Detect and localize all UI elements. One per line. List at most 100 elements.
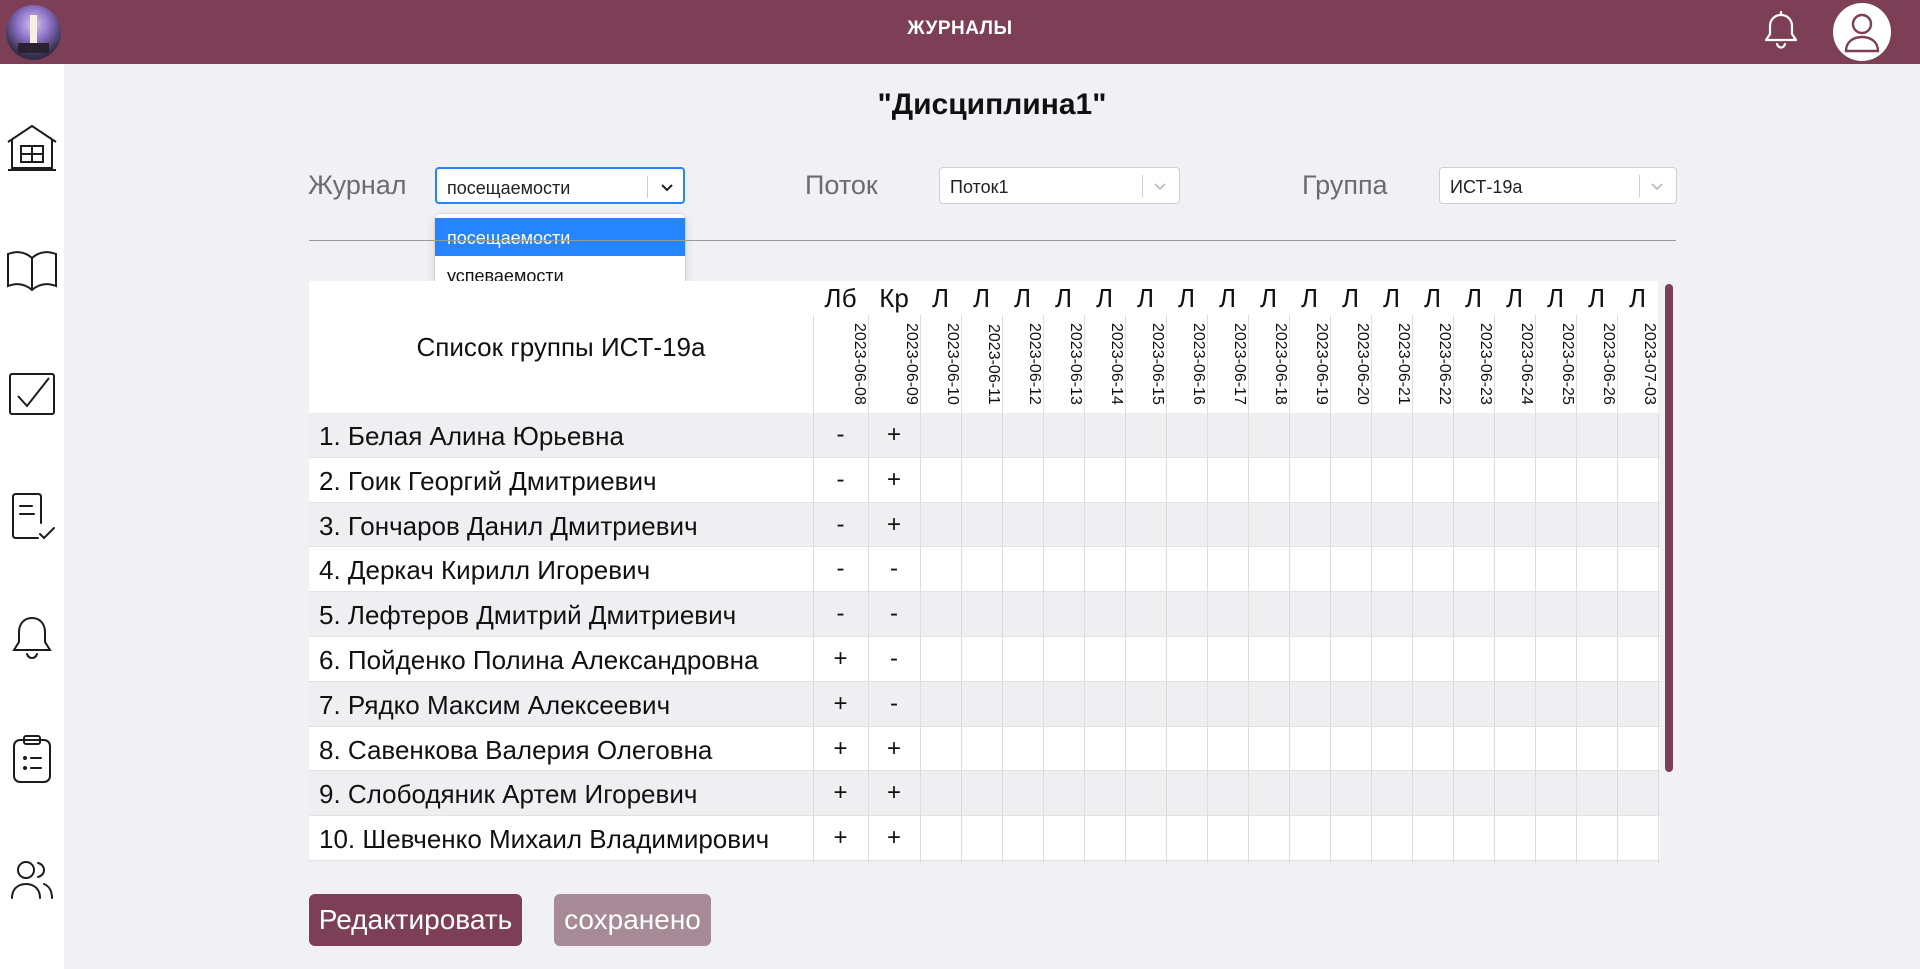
attendance-cell[interactable] (1166, 592, 1207, 637)
attendance-cell[interactable] (1576, 547, 1617, 592)
attendance-cell[interactable] (1494, 771, 1535, 816)
attendance-cell[interactable] (1125, 727, 1166, 772)
attendance-cell[interactable] (1125, 547, 1166, 592)
attendance-cell[interactable] (1576, 816, 1617, 861)
attendance-cell[interactable] (1248, 771, 1289, 816)
attendance-mark[interactable]: - (815, 555, 867, 583)
attendance-cell[interactable] (1494, 503, 1535, 548)
attendance-cell[interactable] (1002, 637, 1043, 682)
attendance-cell[interactable] (1002, 547, 1043, 592)
document-check-icon[interactable] (4, 488, 60, 544)
attendance-mark[interactable]: - (815, 421, 867, 449)
attendance-cell[interactable] (1535, 413, 1576, 458)
attendance-cell[interactable] (1453, 503, 1494, 548)
home-icon[interactable] (4, 120, 60, 176)
attendance-cell[interactable] (1125, 413, 1166, 458)
attendance-cell[interactable] (961, 816, 1002, 861)
attendance-cell[interactable] (1166, 682, 1207, 727)
attendance-mark[interactable]: + (815, 824, 867, 852)
attendance-cell[interactable] (1125, 816, 1166, 861)
attendance-cell[interactable] (1084, 458, 1125, 503)
attendance-mark[interactable]: + (868, 466, 920, 494)
attendance-cell[interactable] (1576, 503, 1617, 548)
attendance-mark[interactable]: - (868, 600, 920, 628)
group-select[interactable]: ИСТ-19а (1439, 167, 1677, 204)
attendance-cell[interactable] (1453, 547, 1494, 592)
attendance-cell[interactable] (920, 727, 961, 772)
attendance-cell[interactable] (1330, 727, 1371, 772)
attendance-cell[interactable] (1084, 727, 1125, 772)
attendance-cell[interactable] (1412, 637, 1453, 682)
attendance-cell[interactable] (1043, 816, 1084, 861)
attendance-cell[interactable] (1576, 458, 1617, 503)
option-attendance[interactable]: посещаемости (435, 218, 685, 256)
attendance-cell[interactable] (1617, 458, 1658, 503)
attendance-cell[interactable] (1617, 637, 1658, 682)
attendance-cell[interactable] (1330, 816, 1371, 861)
attendance-cell[interactable] (1371, 413, 1412, 458)
attendance-cell[interactable] (1207, 592, 1248, 637)
user-avatar[interactable] (1833, 3, 1891, 61)
attendance-cell[interactable] (1412, 592, 1453, 637)
attendance-mark[interactable]: - (815, 466, 867, 494)
attendance-cell[interactable] (1289, 413, 1330, 458)
attendance-cell[interactable] (1371, 592, 1412, 637)
attendance-cell[interactable] (920, 771, 961, 816)
chevron-down-icon[interactable] (1648, 177, 1666, 195)
attendance-cell[interactable] (1371, 682, 1412, 727)
attendance-cell[interactable] (1330, 771, 1371, 816)
attendance-cell[interactable] (1248, 816, 1289, 861)
attendance-cell[interactable] (1084, 413, 1125, 458)
attendance-cell[interactable] (1535, 816, 1576, 861)
attendance-cell[interactable] (1289, 637, 1330, 682)
attendance-cell[interactable] (1002, 727, 1043, 772)
attendance-cell[interactable] (1412, 682, 1453, 727)
attendance-cell[interactable] (920, 547, 961, 592)
attendance-cell[interactable] (920, 503, 961, 548)
attendance-cell[interactable] (1576, 413, 1617, 458)
attendance-cell[interactable] (1207, 503, 1248, 548)
attendance-cell[interactable] (1535, 637, 1576, 682)
attendance-cell[interactable] (1453, 592, 1494, 637)
attendance-cell[interactable] (1002, 682, 1043, 727)
attendance-mark[interactable]: - (815, 511, 867, 539)
attendance-mark[interactable]: - (815, 600, 867, 628)
attendance-cell[interactable] (1330, 413, 1371, 458)
attendance-cell[interactable] (1125, 637, 1166, 682)
chevron-down-icon[interactable] (658, 178, 676, 196)
attendance-cell[interactable] (1248, 413, 1289, 458)
attendance-cell[interactable] (1207, 458, 1248, 503)
bell-icon[interactable] (4, 610, 60, 666)
attendance-mark[interactable]: + (868, 735, 920, 763)
attendance-cell[interactable] (1248, 637, 1289, 682)
attendance-cell[interactable] (1453, 682, 1494, 727)
attendance-cell[interactable] (1453, 771, 1494, 816)
attendance-cell[interactable] (961, 592, 1002, 637)
checkbox-icon[interactable] (4, 366, 60, 422)
attendance-cell[interactable] (1207, 637, 1248, 682)
attendance-cell[interactable] (1576, 637, 1617, 682)
attendance-cell[interactable] (1207, 771, 1248, 816)
attendance-cell[interactable] (920, 413, 961, 458)
attendance-cell[interactable] (1494, 413, 1535, 458)
attendance-cell[interactable] (961, 637, 1002, 682)
attendance-cell[interactable] (1043, 458, 1084, 503)
chevron-down-icon[interactable] (1151, 177, 1169, 195)
saved-button[interactable]: сохранено (554, 894, 711, 946)
attendance-cell[interactable] (1043, 592, 1084, 637)
attendance-cell[interactable] (1125, 592, 1166, 637)
attendance-cell[interactable] (1330, 637, 1371, 682)
attendance-cell[interactable] (1371, 547, 1412, 592)
attendance-mark[interactable]: + (815, 735, 867, 763)
attendance-cell[interactable] (1330, 503, 1371, 548)
journal-select[interactable]: посещаемости (435, 167, 685, 204)
attendance-mark[interactable]: - (868, 690, 920, 718)
attendance-cell[interactable] (1617, 682, 1658, 727)
attendance-cell[interactable] (1002, 413, 1043, 458)
attendance-cell[interactable] (1535, 458, 1576, 503)
attendance-cell[interactable] (1289, 727, 1330, 772)
attendance-cell[interactable] (1289, 816, 1330, 861)
attendance-cell[interactable] (1617, 727, 1658, 772)
attendance-cell[interactable] (1207, 727, 1248, 772)
attendance-cell[interactable] (1453, 637, 1494, 682)
